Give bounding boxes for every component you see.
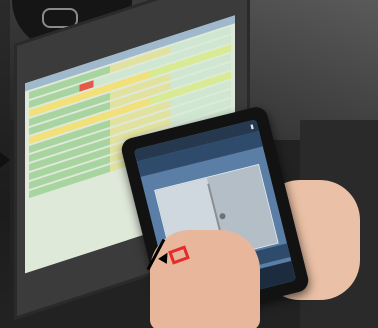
left-hand <box>150 230 260 328</box>
door-knob <box>218 212 227 220</box>
photo-scene: ▮ <box>0 0 378 328</box>
battery-icon: ▮ <box>249 123 255 131</box>
left-arrow-icon <box>0 152 10 168</box>
